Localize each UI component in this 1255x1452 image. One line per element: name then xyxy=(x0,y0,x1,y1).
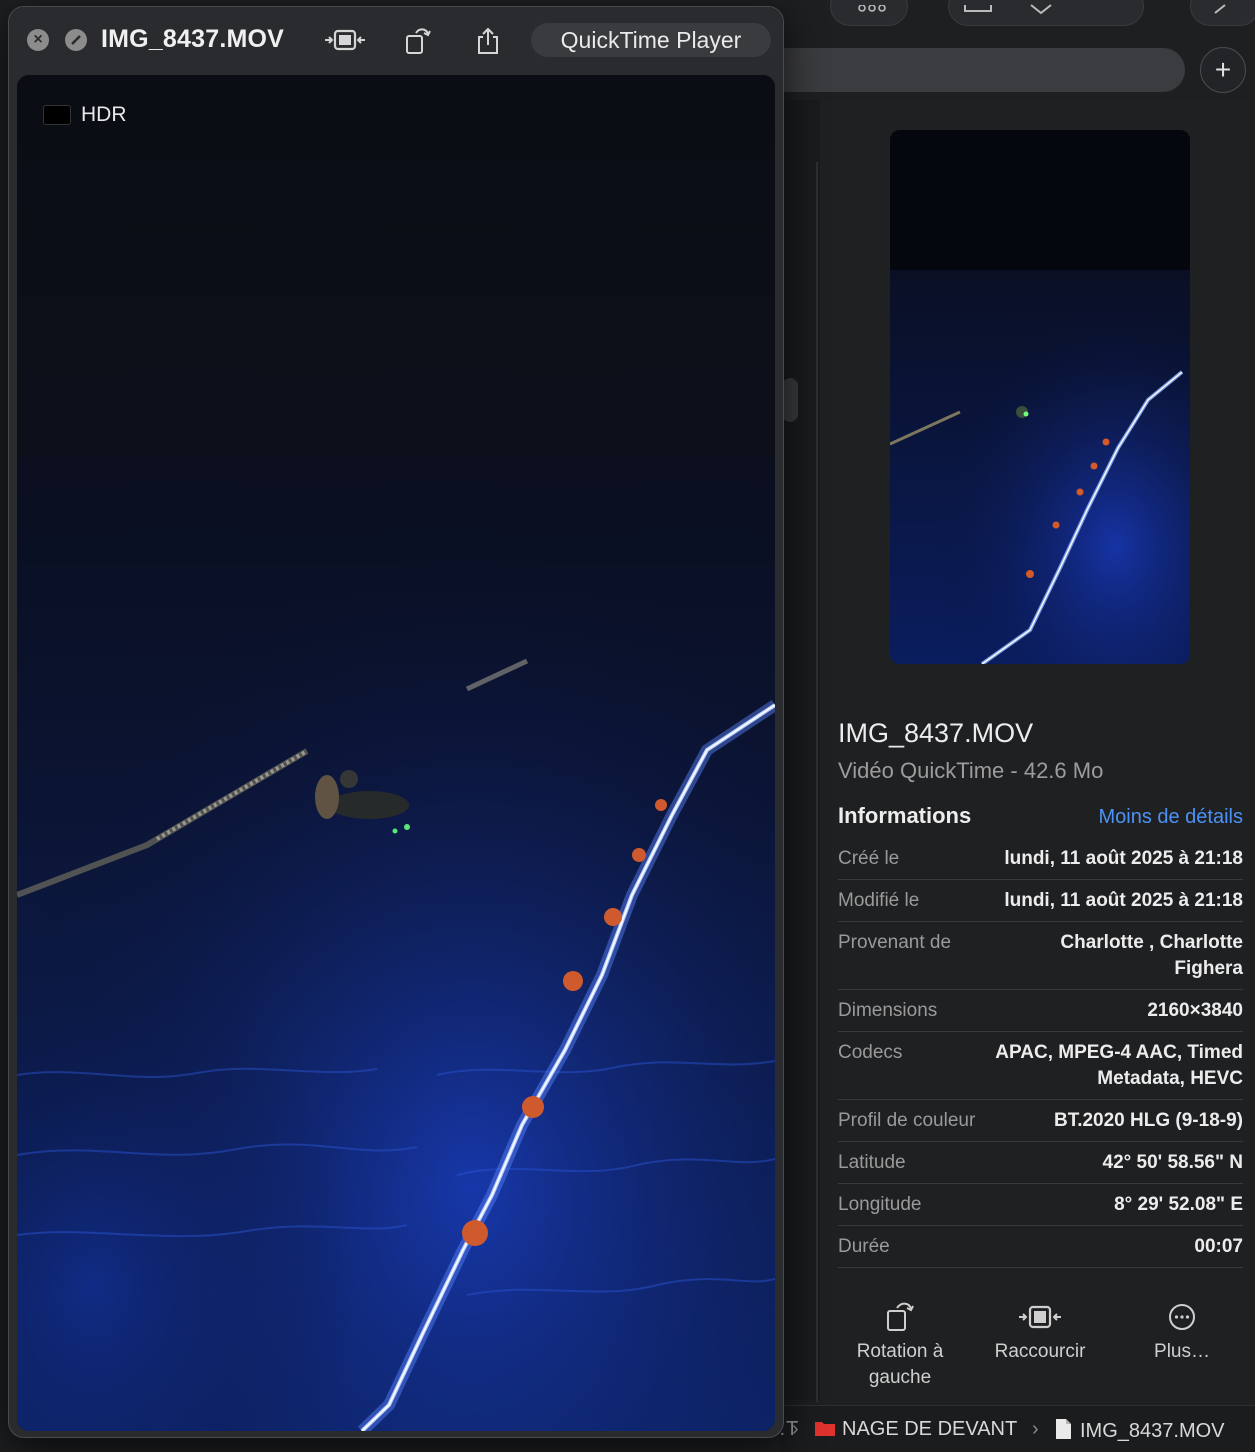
video-thumbnail[interactable] xyxy=(890,130,1190,664)
search-icon xyxy=(1211,1,1235,17)
info-value: lundi, 11 août 2025 à 21:18 xyxy=(1004,890,1243,911)
info-key: Provenant de xyxy=(838,932,952,953)
rotate-left-icon xyxy=(835,1295,965,1339)
minimize-button[interactable] xyxy=(65,29,87,51)
scrollbar-thumb[interactable] xyxy=(782,378,798,422)
info-key: Codecs xyxy=(838,1042,903,1063)
path-folder-label: NAGE DE DEVANT xyxy=(842,1418,1018,1440)
info-value: Charlotte , Charlotte Fighera xyxy=(1060,932,1243,979)
column-divider[interactable] xyxy=(816,162,818,1402)
video-frame xyxy=(17,75,775,1431)
info-key: Profil de couleur xyxy=(838,1110,976,1131)
app-name-pill[interactable]: QuickTime Player xyxy=(531,23,771,57)
info-row-source: Provenant de Charlotte , Charlotte Figher… xyxy=(838,922,1243,990)
quicktime-window: × IMG_8437.MOV QuickTime Player HDR xyxy=(8,6,784,1438)
share-icon xyxy=(963,1,993,17)
path-chevron: › xyxy=(1032,1418,1039,1440)
action-group-button[interactable] xyxy=(948,0,1144,26)
rotate-icon xyxy=(406,28,431,54)
trim-icon xyxy=(325,29,365,51)
finder-toolbar xyxy=(780,0,1255,38)
less-details-link[interactable]: Moins de détails xyxy=(1098,806,1243,829)
window-title: IMG_8437.MOV xyxy=(101,25,285,53)
more-button[interactable]: Plus… xyxy=(1117,1295,1247,1365)
path-bar: …T › NAGE DE DEVANT › IMG_8437.MOV xyxy=(766,1405,1255,1452)
info-value: lundi, 11 août 2025 à 21:18 xyxy=(1004,848,1243,869)
preview-inspector: IMG_8437.MOV Vidéo QuickTime - 42.6 Mo I… xyxy=(820,100,1255,1405)
view-options-button[interactable] xyxy=(830,0,908,26)
folder-icon xyxy=(815,1422,835,1436)
hdr-badge: HDR xyxy=(43,103,127,127)
path-folder[interactable]: NAGE DE DEVANT xyxy=(814,1418,1017,1441)
info-key: Dimensions xyxy=(838,1000,938,1021)
rotate-left-button[interactable]: Rotation à gauche xyxy=(835,1295,965,1391)
info-key: Latitude xyxy=(838,1152,906,1173)
info-value: BT.2020 HLG (9-18-9) xyxy=(1053,1110,1243,1131)
info-row-duration: Durée 00:07 xyxy=(838,1226,1243,1268)
search-button[interactable] xyxy=(1190,0,1255,26)
hdr-icon xyxy=(43,105,71,125)
finder-list-column xyxy=(780,100,820,1402)
info-value: 42° 50' 58.56" N xyxy=(1102,1152,1244,1173)
rotate-left-label: Rotation à gauche xyxy=(856,1341,944,1388)
info-row-modified: Modifié le lundi, 11 août 2025 à 21:18 xyxy=(838,880,1243,922)
minimize-icon xyxy=(71,35,81,45)
info-row-latitude: Latitude 42° 50' 58.56" N xyxy=(838,1142,1243,1184)
trim-label: Raccourcir xyxy=(994,1341,1086,1362)
grid-icon xyxy=(857,1,887,17)
trim-button[interactable]: Raccourcir xyxy=(975,1295,1105,1365)
info-row-codecs: Codecs APAC, MPEG-4 AAC, Timed Metadata, … xyxy=(838,1032,1243,1100)
file-name: IMG_8437.MOV xyxy=(838,718,1034,748)
info-key: Créé le xyxy=(838,848,900,869)
info-key: Longitude xyxy=(838,1194,922,1215)
info-heading: Informations xyxy=(838,803,972,828)
info-value: 00:07 xyxy=(1194,1236,1243,1257)
info-row-longitude: Longitude 8° 29' 52.08" E xyxy=(838,1184,1243,1226)
rotate-button[interactable] xyxy=(405,27,433,60)
info-row-color-profile: Profil de couleur BT.2020 HLG (9-18-9) xyxy=(838,1100,1243,1142)
info-table: Créé le lundi, 11 août 2025 à 21:18 Modif… xyxy=(838,838,1243,1268)
share-button[interactable] xyxy=(475,27,501,60)
add-button[interactable]: + xyxy=(1200,47,1246,93)
file-kind: Vidéo QuickTime - 42.6 Mo xyxy=(838,758,1104,783)
close-button[interactable]: × xyxy=(27,29,49,51)
video-player[interactable]: HDR xyxy=(17,75,775,1431)
path-chevron: › xyxy=(792,1418,799,1440)
path-file[interactable]: IMG_8437.MOV xyxy=(1054,1418,1225,1443)
document-icon xyxy=(1056,1419,1071,1439)
quicktime-titlebar[interactable]: × IMG_8437.MOV QuickTime Player xyxy=(9,7,783,73)
trim-icon xyxy=(975,1295,1105,1339)
info-row-dimensions: Dimensions 2160×3840 xyxy=(838,990,1243,1032)
close-icon: × xyxy=(33,31,43,48)
hdr-label: HDR xyxy=(81,103,127,126)
more-icon xyxy=(1117,1295,1247,1339)
info-row-created: Créé le lundi, 11 août 2025 à 21:18 xyxy=(838,838,1243,880)
info-value: APAC, MPEG-4 AAC, Timed Metadata, HEVC xyxy=(995,1042,1243,1089)
info-key: Durée xyxy=(838,1236,890,1257)
path-file-label: IMG_8437.MOV xyxy=(1080,1420,1225,1442)
finder-search-field[interactable] xyxy=(780,48,1185,92)
share-icon xyxy=(478,27,498,54)
info-value: 2160×3840 xyxy=(1147,1000,1243,1021)
more-label: Plus… xyxy=(1154,1341,1210,1362)
quick-actions: Rotation à gauche Raccourcir Plus… xyxy=(820,1295,1255,1405)
info-value: 8° 29' 52.08" E xyxy=(1114,1194,1243,1215)
tag-icon xyxy=(1029,1,1053,17)
info-key: Modifié le xyxy=(838,890,920,911)
trim-button[interactable] xyxy=(323,27,367,58)
